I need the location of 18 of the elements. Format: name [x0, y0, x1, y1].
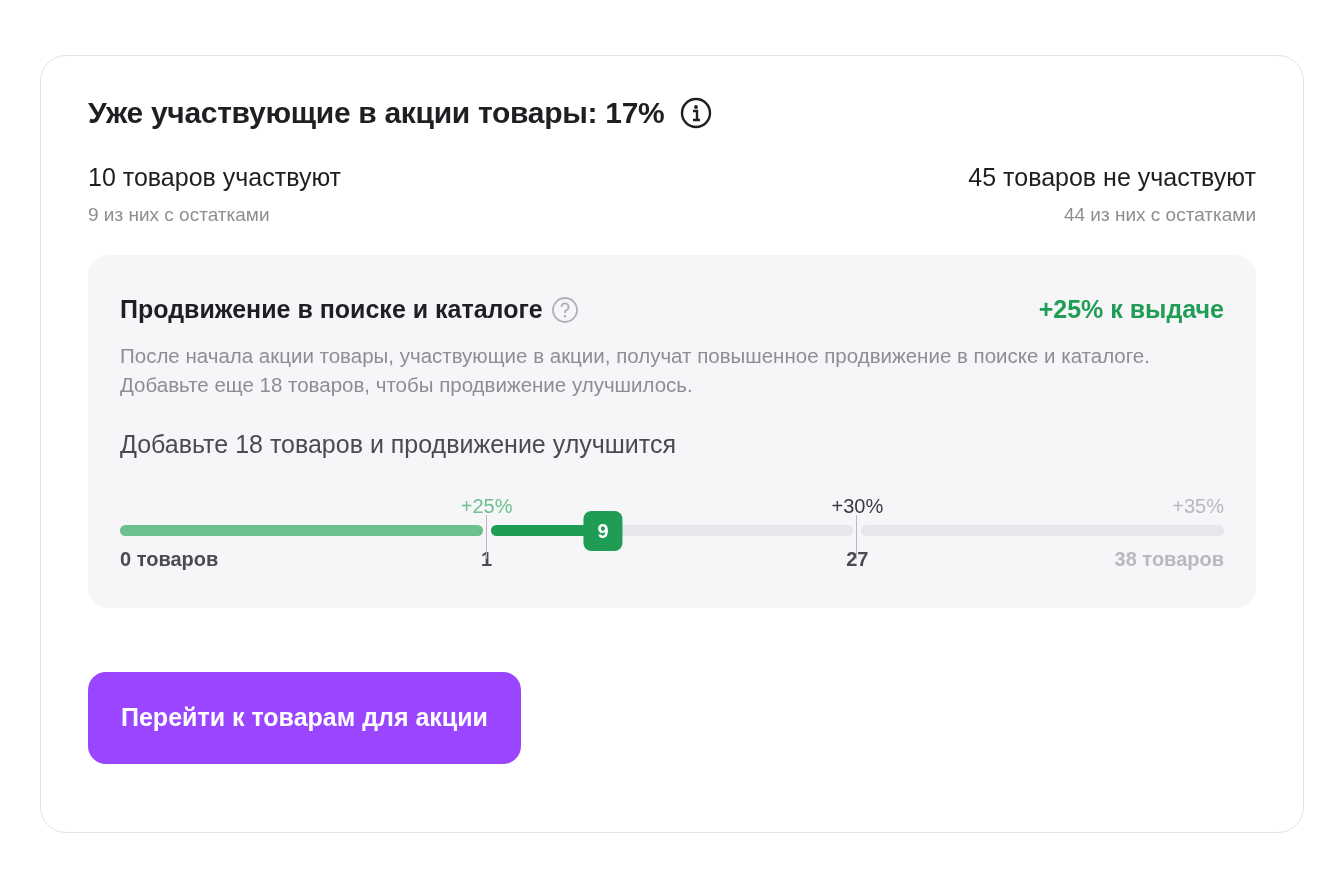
panel-title: Продвижение в поиске и каталоге — [120, 294, 543, 325]
stock-note: 9 из них с остатками — [88, 202, 271, 227]
axis-label: 38 товаров — [1114, 547, 1224, 573]
section-title: Уже участвующие в акции товары: 17% — [88, 95, 665, 131]
go-to-products-button[interactable]: Перейти к товарам для акции — [88, 672, 521, 764]
product-count: 45 товаров не участвуют — [968, 162, 1256, 193]
description-text: После начала акции товары, участвующие в акции, получат повышенное продвижение в поиске и каталоге. Добавьте еще 18 товаров, чтобы продвижение улучшилось. — [120, 342, 1151, 399]
axis-label: 27 — [846, 547, 869, 573]
slider-thumb[interactable]: 9 — [583, 510, 623, 551]
milestone-label: +25% — [460, 494, 513, 520]
boost-value: +25% к выдаче — [1038, 294, 1224, 325]
milestone-label: +30% — [831, 494, 884, 520]
stock-note: 44 из них с остатками — [1062, 202, 1256, 227]
product-count: 10 товаров участвуют — [88, 162, 342, 193]
milestone-label: +35% — [1172, 494, 1224, 520]
axis-label: 0 товаров — [120, 547, 219, 573]
hint-text: Добавьте 18 товаров и продвижение улучшится — [120, 428, 677, 460]
info-icon[interactable] — [680, 96, 713, 129]
